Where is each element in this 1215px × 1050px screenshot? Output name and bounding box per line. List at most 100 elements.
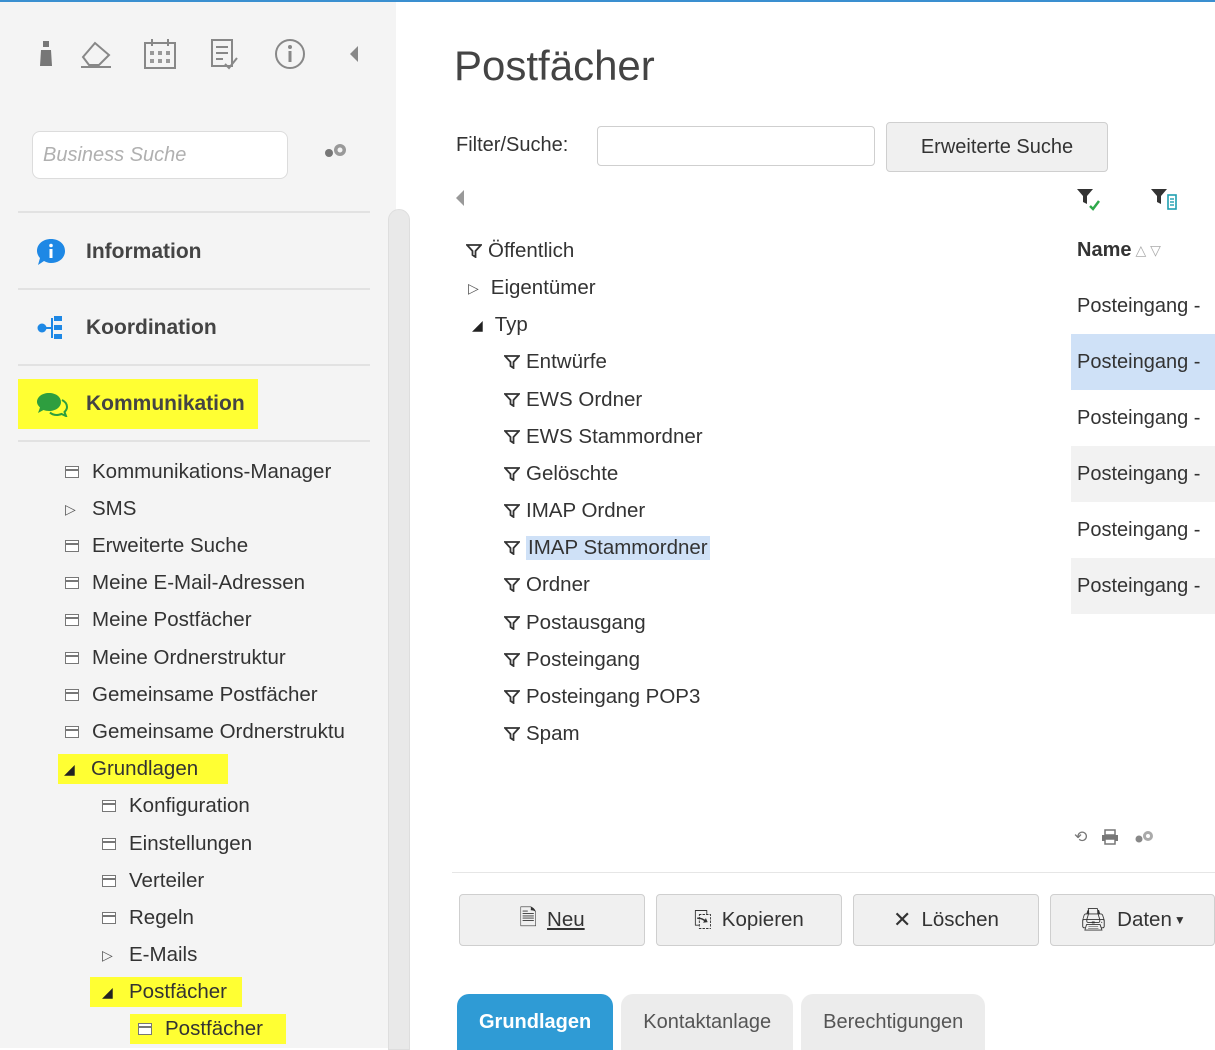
filter-item-imap-ordner[interactable]: IMAP Ordner (504, 496, 645, 526)
table-row[interactable]: Posteingang - (1071, 502, 1215, 558)
grid-footer: ⟲ (1074, 826, 1194, 848)
sidebar-toolbar (18, 36, 370, 76)
filter-item-posteingang-pop3[interactable]: Posteingang POP3 (504, 682, 700, 712)
collapse-left-icon[interactable] (456, 190, 464, 206)
button-label: Löschen (921, 908, 999, 931)
filter-item-geloeschte[interactable]: Gelöschte (504, 459, 618, 489)
advanced-search-button[interactable]: Erweiterte Suche (886, 122, 1108, 172)
filter-search-input[interactable] (597, 126, 875, 166)
filter-item-label: Posteingang POP3 (526, 685, 701, 708)
filter-applied-icon[interactable] (1076, 187, 1102, 213)
bottle-icon[interactable] (28, 36, 64, 72)
tree-item-regeln[interactable]: Regeln (102, 903, 194, 933)
collapse-left-icon[interactable] (336, 36, 372, 72)
data-settings-icon: 🖨 (1079, 907, 1108, 932)
business-search-input[interactable]: Business Suche (32, 131, 288, 179)
settings-icon[interactable] (1133, 829, 1157, 845)
table-row[interactable]: Posteingang - (1071, 334, 1215, 390)
table-row[interactable]: Posteingang - (1071, 278, 1215, 334)
filter-item-label: EWS Ordner (526, 388, 643, 411)
tree-item-meine-e-mail-adressen[interactable]: Meine E-Mail-Adressen (65, 568, 305, 598)
tab-kontaktanlage[interactable]: Kontaktanlage (621, 994, 794, 1050)
tree-item-postfaecher-group[interactable]: ◢ Postfächer (90, 977, 242, 1007)
collapse-triangle-icon[interactable]: ◢ (472, 317, 483, 334)
column-header-label: Name (1077, 238, 1132, 261)
page-title: Postfächer (454, 42, 655, 89)
main-panel: Postfächer Filter/Suche: Erweiterte Such… (396, 2, 1215, 1050)
window-icon (102, 875, 116, 887)
collapse-triangle-icon[interactable]: ◢ (64, 761, 78, 778)
tree-item-e-mails[interactable]: ▷ E-Mails (102, 940, 197, 970)
tree-item-postfaecher[interactable]: Postfächer (130, 1014, 286, 1044)
search-settings-icon[interactable] (322, 142, 350, 160)
filter-item-oeffentlich[interactable]: Öffentlich (466, 236, 574, 266)
cell-name: Posteingang - (1077, 294, 1201, 317)
filter-item-ews-stammordner[interactable]: EWS Stammordner (504, 422, 703, 452)
tree-item-meine-postfaecher[interactable]: Meine Postfächer (65, 605, 252, 635)
filter-item-typ[interactable]: ◢ Typ (472, 310, 528, 340)
filter-item-spam[interactable]: Spam (504, 719, 580, 749)
tree-item-meine-ordnerstruktur[interactable]: Meine Ordnerstruktur (65, 643, 286, 673)
new-button[interactable]: 🗎 Neu (459, 894, 645, 946)
separator (18, 364, 370, 366)
tree-item-erweiterte-suche[interactable]: Erweiterte Suche (65, 531, 248, 561)
expand-triangle-icon[interactable]: ▷ (102, 947, 116, 964)
tree-item-gemeinsame-postfaecher[interactable]: Gemeinsame Postfächer (65, 680, 318, 710)
tree-item-label: Erweiterte Suche (92, 534, 249, 557)
info-circle-icon[interactable] (272, 36, 308, 72)
tree-item-label: Postfächer (129, 980, 227, 1003)
column-header-name[interactable]: Name △ ▽ (1071, 222, 1215, 278)
section-information[interactable]: Information (18, 227, 370, 277)
tab-berechtigungen[interactable]: Berechtigungen (801, 994, 986, 1050)
window-icon (102, 838, 116, 850)
expand-triangle-icon[interactable]: ▷ (468, 280, 479, 297)
sort-filter-icon[interactable]: △ ▽ (1135, 242, 1160, 259)
calendar-icon[interactable] (142, 36, 178, 72)
filter-item-eigentuemer[interactable]: ▷ Eigentümer (468, 273, 596, 303)
task-list-icon[interactable] (206, 36, 242, 72)
filter-item-imap-stammordner[interactable]: IMAP Stammordner (504, 533, 710, 563)
filter-item-ordner[interactable]: Ordner (504, 570, 590, 600)
eraser-icon[interactable] (78, 36, 114, 72)
filter-list-icon[interactable] (1150, 187, 1180, 213)
data-menu-button[interactable]: 🖨 Daten ▼ (1050, 894, 1215, 946)
org-chart-icon (36, 315, 70, 341)
filter-item-label: Typ (494, 313, 528, 336)
expand-triangle-icon[interactable]: ▷ (65, 501, 79, 518)
funnel-icon (504, 355, 520, 369)
detail-tabs: Grundlagen Kontaktanlage Berechtigungen (457, 994, 986, 1050)
cell-name: Posteingang - (1077, 350, 1201, 373)
print-icon[interactable] (1101, 829, 1119, 845)
filter-item-postausgang[interactable]: Postausgang (504, 608, 646, 638)
filter-item-label: Posteingang (526, 648, 640, 671)
table-row[interactable]: Posteingang - (1071, 390, 1215, 446)
refresh-icon[interactable]: ⟲ (1074, 827, 1087, 847)
tree-item-gemeinsame-ordnerstruktur[interactable]: Gemeinsame Ordnerstruktu (65, 717, 370, 747)
table-row[interactable]: Posteingang - (1071, 558, 1215, 614)
funnel-icon (504, 504, 520, 518)
table-row[interactable]: Posteingang - (1071, 446, 1215, 502)
tree-item-kommunikations-manager[interactable]: Kommunikations-Manager (65, 457, 331, 487)
section-label: Koordination (86, 316, 217, 339)
filter-item-label: Spam (526, 722, 580, 745)
filter-item-posteingang[interactable]: Posteingang (504, 645, 640, 675)
copy-button[interactable]: ⎘ Kopieren (656, 894, 842, 946)
tree-item-verteiler[interactable]: Verteiler (102, 866, 204, 896)
tree-item-konfiguration[interactable]: Konfiguration (102, 791, 250, 821)
tab-grundlagen[interactable]: Grundlagen (457, 994, 614, 1050)
section-kommunikation[interactable]: Kommunikation (18, 379, 370, 429)
tree-item-sms[interactable]: ▷ SMS (65, 494, 136, 524)
cell-name: Posteingang - (1077, 406, 1201, 429)
filter-item-ews-ordner[interactable]: EWS Ordner (504, 385, 642, 415)
filter-item-entwuerfe[interactable]: Entwürfe (504, 347, 607, 377)
collapse-triangle-icon[interactable]: ◢ (102, 984, 116, 1001)
funnel-icon (504, 393, 520, 407)
delete-button[interactable]: ✕ Löschen (853, 894, 1039, 946)
section-koordination[interactable]: Koordination (18, 303, 370, 353)
tree-item-label: Konfiguration (129, 794, 250, 817)
window-icon (65, 466, 79, 478)
tree-item-grundlagen[interactable]: ◢ Grundlagen (58, 754, 228, 784)
funnel-icon (504, 653, 520, 667)
funnel-icon (466, 244, 482, 258)
tree-item-einstellungen[interactable]: Einstellungen (102, 829, 252, 859)
